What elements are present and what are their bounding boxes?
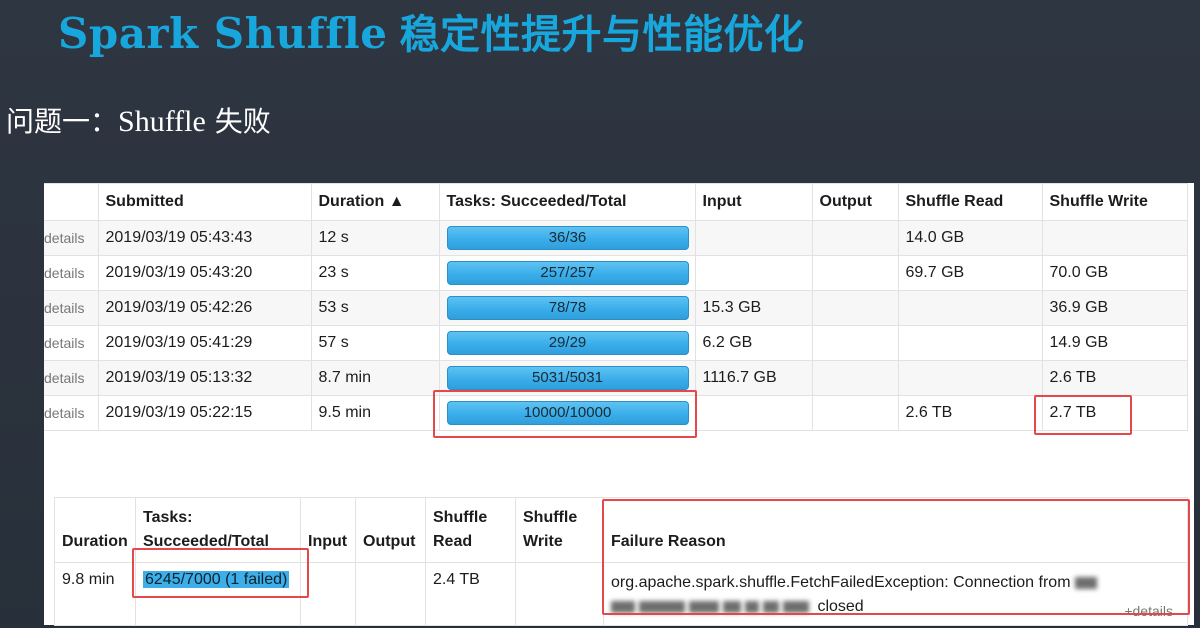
submitted-cell: 2019/03/19 05:43:43	[97, 220, 312, 256]
shuffle-write-cell	[1041, 220, 1188, 256]
shuffle-read-cell: 69.7 GB	[897, 255, 1043, 291]
shuffle-read-cell: 14.0 GB	[897, 220, 1043, 256]
header-shuffle-read-line1: Shuffle	[433, 509, 488, 526]
task-progress-bar: 29/29	[446, 331, 689, 355]
header-duration[interactable]: Duration	[54, 497, 136, 563]
header-shuffle-write-line2: Write	[523, 533, 563, 550]
submitted-cell: 2019/03/19 05:43:20	[97, 255, 312, 291]
stages-header-row: Submitted Duration ▲ Tasks: Succeeded/To…	[44, 183, 1188, 221]
input-cell	[694, 255, 813, 291]
shuffle-write-cell: 14.9 GB	[1041, 325, 1188, 361]
duration-cell: 9.5 min	[310, 395, 440, 431]
highlight-box-failure-reason	[602, 499, 1190, 615]
shuffle-write-cell: 2.6 TB	[1041, 360, 1188, 396]
input-cell: 15.3 GB	[694, 290, 813, 326]
subtitle-suffix: 失败	[205, 105, 271, 138]
input-cell	[694, 395, 813, 431]
header-shuffle-read-line2: Read	[433, 533, 473, 550]
shuffle-read-cell: 2.6 TB	[897, 395, 1043, 431]
shuffle-read-cell	[897, 360, 1043, 396]
output-cell	[355, 562, 426, 626]
slide-subtitle: 问题一：Shuffle 失败	[6, 100, 271, 144]
subtitle-prefix: 问题一：	[6, 105, 119, 138]
input-cell: 1116.7 GB	[694, 360, 813, 396]
output-cell	[811, 360, 899, 396]
details-link[interactable]: details	[44, 220, 99, 256]
header-shuffle-write[interactable]: Shuffle Write	[1041, 183, 1188, 221]
output-cell	[811, 395, 899, 431]
submitted-cell: 2019/03/19 05:42:26	[97, 290, 312, 326]
task-progress-bar: 5031/5031	[446, 366, 689, 390]
table-row: details 2019/03/19 05:43:20 23 s 257/257…	[44, 255, 1188, 291]
spark-ui-screenshot: Submitted Duration ▲ Tasks: Succeeded/To…	[44, 183, 1194, 626]
duration-cell: 23 s	[310, 255, 440, 291]
details-link[interactable]: details	[44, 290, 99, 326]
header-details	[44, 183, 99, 221]
shuffle-read-cell: 2.4 TB	[425, 562, 516, 626]
shuffle-write-cell: 70.0 GB	[1041, 255, 1188, 291]
header-output[interactable]: Output	[355, 497, 426, 563]
highlight-box-tasks-10000	[433, 390, 697, 438]
duration-cell: 57 s	[310, 325, 440, 361]
header-shuffle-write[interactable]: Shuffle Write	[515, 497, 604, 563]
output-cell	[811, 255, 899, 291]
details-link[interactable]: details	[44, 360, 99, 396]
highlight-box-shuffle-write-2.7tb	[1034, 395, 1132, 435]
duration-cell: 9.8 min	[54, 562, 136, 626]
header-input[interactable]: Input	[694, 183, 813, 221]
slide-title-cjk: 稳定性提升与性能优化	[399, 12, 805, 58]
slide-title: Spark Shuffle 稳定性提升与性能优化	[58, 6, 804, 62]
tasks-cell: 36/36	[438, 220, 696, 256]
header-submitted[interactable]: Submitted	[97, 183, 312, 221]
slide-title-latin: Spark Shuffle	[58, 9, 388, 58]
header-shuffle-read[interactable]: Shuffle Read	[897, 183, 1043, 221]
input-cell	[694, 220, 813, 256]
duration-cell: 8.7 min	[310, 360, 440, 396]
header-duration[interactable]: Duration ▲	[310, 183, 440, 221]
submitted-cell: 2019/03/19 05:13:32	[97, 360, 312, 396]
task-progress-bar: 36/36	[446, 226, 689, 250]
details-link[interactable]: details	[44, 255, 99, 291]
output-cell	[811, 290, 899, 326]
submitted-cell: 2019/03/19 05:41:29	[97, 325, 312, 361]
table-row: details 2019/03/19 05:41:29 57 s 29/29 6…	[44, 325, 1188, 361]
highlight-box-failed-tasks	[132, 548, 309, 598]
task-progress-bar: 257/257	[446, 261, 689, 285]
header-shuffle-write-line1: Shuffle	[523, 509, 578, 526]
submitted-cell: 2019/03/19 05:22:15	[97, 395, 312, 431]
details-link[interactable]: details	[44, 395, 99, 431]
shuffle-write-cell	[515, 562, 604, 626]
header-output[interactable]: Output	[811, 183, 899, 221]
header-shuffle-read[interactable]: Shuffle Read	[425, 497, 516, 563]
details-link[interactable]: details	[44, 325, 99, 361]
tasks-cell: 29/29	[438, 325, 696, 361]
table-row: details 2019/03/19 05:42:26 53 s 78/78 1…	[44, 290, 1188, 326]
header-tasks-line1: Tasks:	[143, 509, 193, 526]
output-cell	[811, 220, 899, 256]
input-cell: 6.2 GB	[694, 325, 813, 361]
duration-cell: 12 s	[310, 220, 440, 256]
header-tasks[interactable]: Tasks: Succeeded/Total	[438, 183, 696, 221]
shuffle-write-cell: 36.9 GB	[1041, 290, 1188, 326]
tasks-cell: 257/257	[438, 255, 696, 291]
shuffle-read-cell	[897, 325, 1043, 361]
subtitle-keyword: Shuffle	[118, 105, 206, 138]
duration-cell: 53 s	[310, 290, 440, 326]
table-row: details 2019/03/19 05:43:43 12 s 36/36 1…	[44, 220, 1188, 256]
shuffle-read-cell	[897, 290, 1043, 326]
output-cell	[811, 325, 899, 361]
tasks-cell: 78/78	[438, 290, 696, 326]
task-progress-bar: 78/78	[446, 296, 689, 320]
